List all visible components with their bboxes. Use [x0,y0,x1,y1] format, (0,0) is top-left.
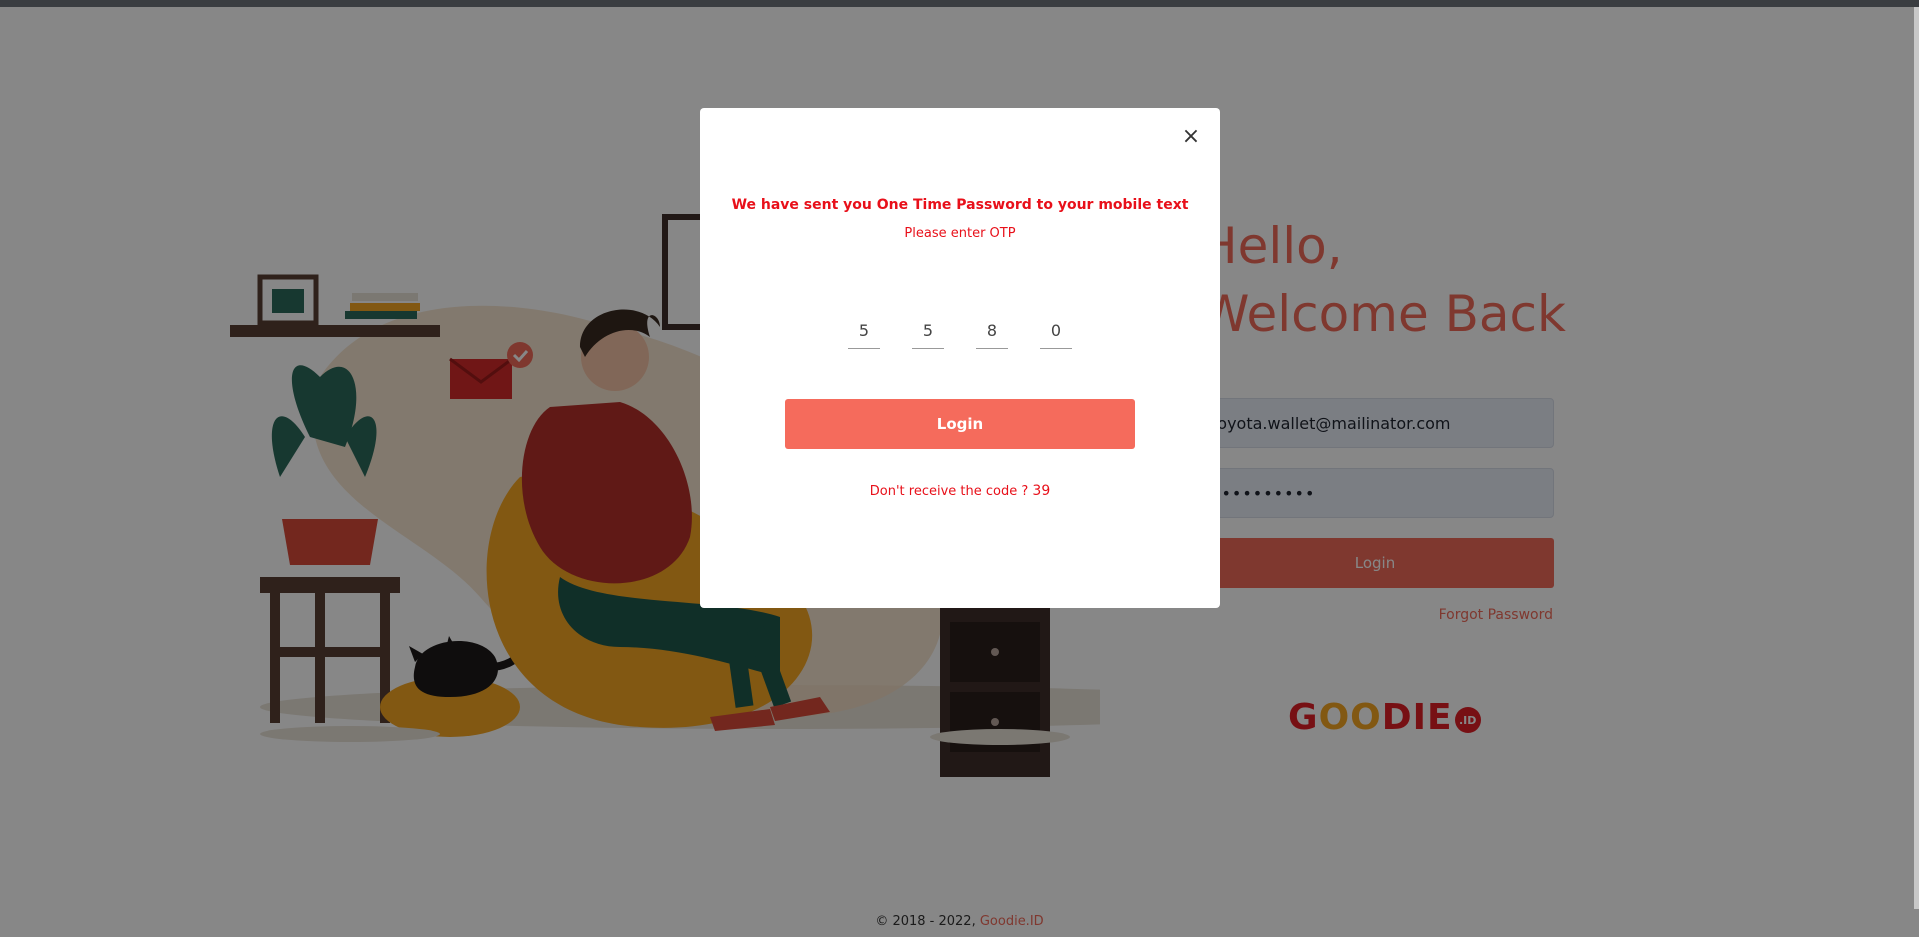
resend-countdown: 39 [1032,483,1051,499]
browser-top-bar [0,0,1919,7]
resend-code-text: Don't receive the code ? 39 [700,483,1220,499]
otp-digit-1[interactable] [848,313,880,349]
otp-subtitle: Please enter OTP [904,226,1016,241]
otp-login-button[interactable]: Login [785,399,1135,449]
page-scrollbar[interactable] [1914,7,1919,909]
otp-digit-3[interactable] [976,313,1008,349]
otp-input-group [700,313,1220,349]
otp-title: We have sent you One Time Password to yo… [731,197,1189,213]
resend-prompt: Don't receive the code ? [869,484,1033,499]
otp-modal: × We have sent you One Time Password to … [700,108,1220,608]
otp-digit-4[interactable] [1040,313,1072,349]
close-icon[interactable]: × [1180,126,1202,148]
otp-digit-2[interactable] [912,313,944,349]
